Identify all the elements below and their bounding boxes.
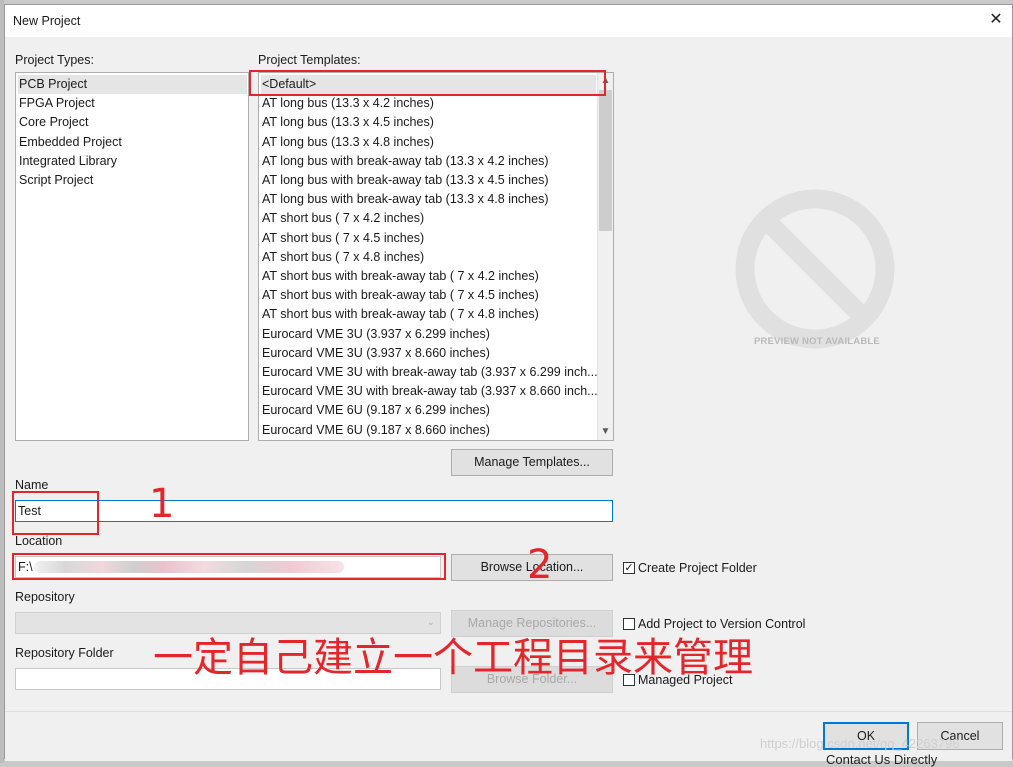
background-window-text: Contact Us Directly	[826, 752, 938, 767]
project-template-item[interactable]: AT short bus with break-away tab ( 7 x 4…	[261, 267, 596, 286]
project-type-item[interactable]: FPGA Project	[18, 94, 247, 113]
project-templates-list[interactable]: Eurocard VME 6U (9.187 x 8.660 inches) Eu…	[258, 72, 614, 441]
annotation-marker-1: 1	[149, 481, 175, 527]
project-type-item[interactable]: Core Project	[18, 113, 247, 132]
annotation-note: 一定自己建立一个工程目录来管理	[153, 635, 753, 681]
annotation-marker-2: 2	[527, 542, 553, 588]
project-template-item[interactable]: Eurocard VME 6U (9.187 x 8.660 inches)	[261, 421, 596, 440]
create-project-folder-checkbox[interactable]: ✓ Create Project Folder	[623, 561, 757, 575]
project-template-item[interactable]: Eurocard VME 3U with break-away tab (3.9…	[261, 363, 598, 382]
project-types-list[interactable]: Script Project Integrated Library Embedded…	[15, 72, 249, 441]
preview-not-available-icon	[735, 189, 895, 349]
window-title: New Project	[13, 14, 81, 28]
location-value: F:\	[18, 560, 33, 574]
blurred-path	[34, 561, 344, 573]
add-to-version-control-checkbox[interactable]: Add Project to Version Control	[623, 617, 805, 631]
project-template-item[interactable]: AT long bus with break-away tab (13.3 x …	[261, 190, 596, 209]
repository-folder-label: Repository Folder	[15, 646, 114, 660]
manage-repositories-button: Manage Repositories...	[451, 610, 613, 637]
project-template-item[interactable]: Eurocard VME 3U (3.937 x 8.660 inches)	[261, 344, 596, 363]
project-template-item[interactable]: AT long bus with break-away tab (13.3 x …	[261, 152, 596, 171]
name-input[interactable]: Test	[15, 500, 613, 522]
scroll-down-arrow-icon[interactable]: ▼	[598, 424, 613, 440]
checkbox-unchecked-icon[interactable]	[623, 618, 635, 630]
new-project-dialog: New Project ✕ Project Types: Script Proj…	[4, 4, 1013, 761]
project-template-item[interactable]: AT long bus (13.3 x 4.5 inches)	[261, 113, 596, 132]
location-input[interactable]: F:\	[15, 556, 441, 578]
add-to-version-control-label: Add Project to Version Control	[638, 617, 806, 631]
preview-not-available-text: PREVIEW NOT AVAILABLE	[754, 336, 880, 347]
project-template-item[interactable]: AT short bus ( 7 x 4.5 inches)	[261, 229, 596, 248]
repository-label: Repository	[15, 590, 75, 604]
project-type-item[interactable]: Embedded Project	[18, 133, 247, 152]
scroll-up-arrow-icon[interactable]: ▲	[598, 73, 613, 89]
project-template-item[interactable]: AT long bus (13.3 x 4.8 inches)	[261, 133, 596, 152]
project-type-item[interactable]: Integrated Library	[18, 152, 247, 171]
project-template-item[interactable]: <Default>	[261, 75, 596, 94]
templates-scrollbar[interactable]: ▲ ▼	[597, 73, 613, 440]
project-template-item[interactable]: AT long bus (13.3 x 4.2 inches)	[261, 94, 596, 113]
title-bar: New Project ✕	[5, 5, 1012, 37]
project-template-item[interactable]: Eurocard VME 3U (3.937 x 6.299 inches)	[261, 325, 596, 344]
project-type-item[interactable]: Script Project	[18, 171, 247, 190]
scrollbar-thumb[interactable]	[599, 90, 612, 231]
project-template-item[interactable]: Eurocard VME 3U with break-away tab (3.9…	[261, 382, 598, 401]
name-label: Name	[15, 478, 49, 492]
watermark: https://blog.csdn.net/qq_42263796	[760, 736, 960, 751]
location-label: Location	[15, 534, 63, 548]
project-template-item[interactable]: AT short bus with break-away tab ( 7 x 4…	[261, 305, 596, 324]
repository-select: ⌄	[15, 612, 441, 634]
project-template-item[interactable]: AT short bus with break-away tab ( 7 x 4…	[261, 286, 596, 305]
create-project-folder-label: Create Project Folder	[638, 561, 757, 575]
project-template-item[interactable]: AT short bus ( 7 x 4.8 inches)	[261, 248, 596, 267]
checkbox-checked-icon[interactable]: ✓	[623, 562, 635, 574]
project-types-label: Project Types:	[15, 53, 94, 67]
project-templates-label: Project Templates:	[258, 53, 361, 67]
close-icon[interactable]: ✕	[986, 10, 1006, 30]
chevron-down-icon: ⌄	[426, 617, 435, 628]
project-type-item[interactable]: PCB Project	[18, 75, 247, 94]
project-template-item[interactable]: AT short bus ( 7 x 4.2 inches)	[261, 209, 596, 228]
manage-templates-button[interactable]: Manage Templates...	[451, 449, 613, 476]
project-template-item[interactable]: AT long bus with break-away tab (13.3 x …	[261, 171, 596, 190]
project-template-item[interactable]: Eurocard VME 6U (9.187 x 6.299 inches)	[261, 401, 596, 420]
